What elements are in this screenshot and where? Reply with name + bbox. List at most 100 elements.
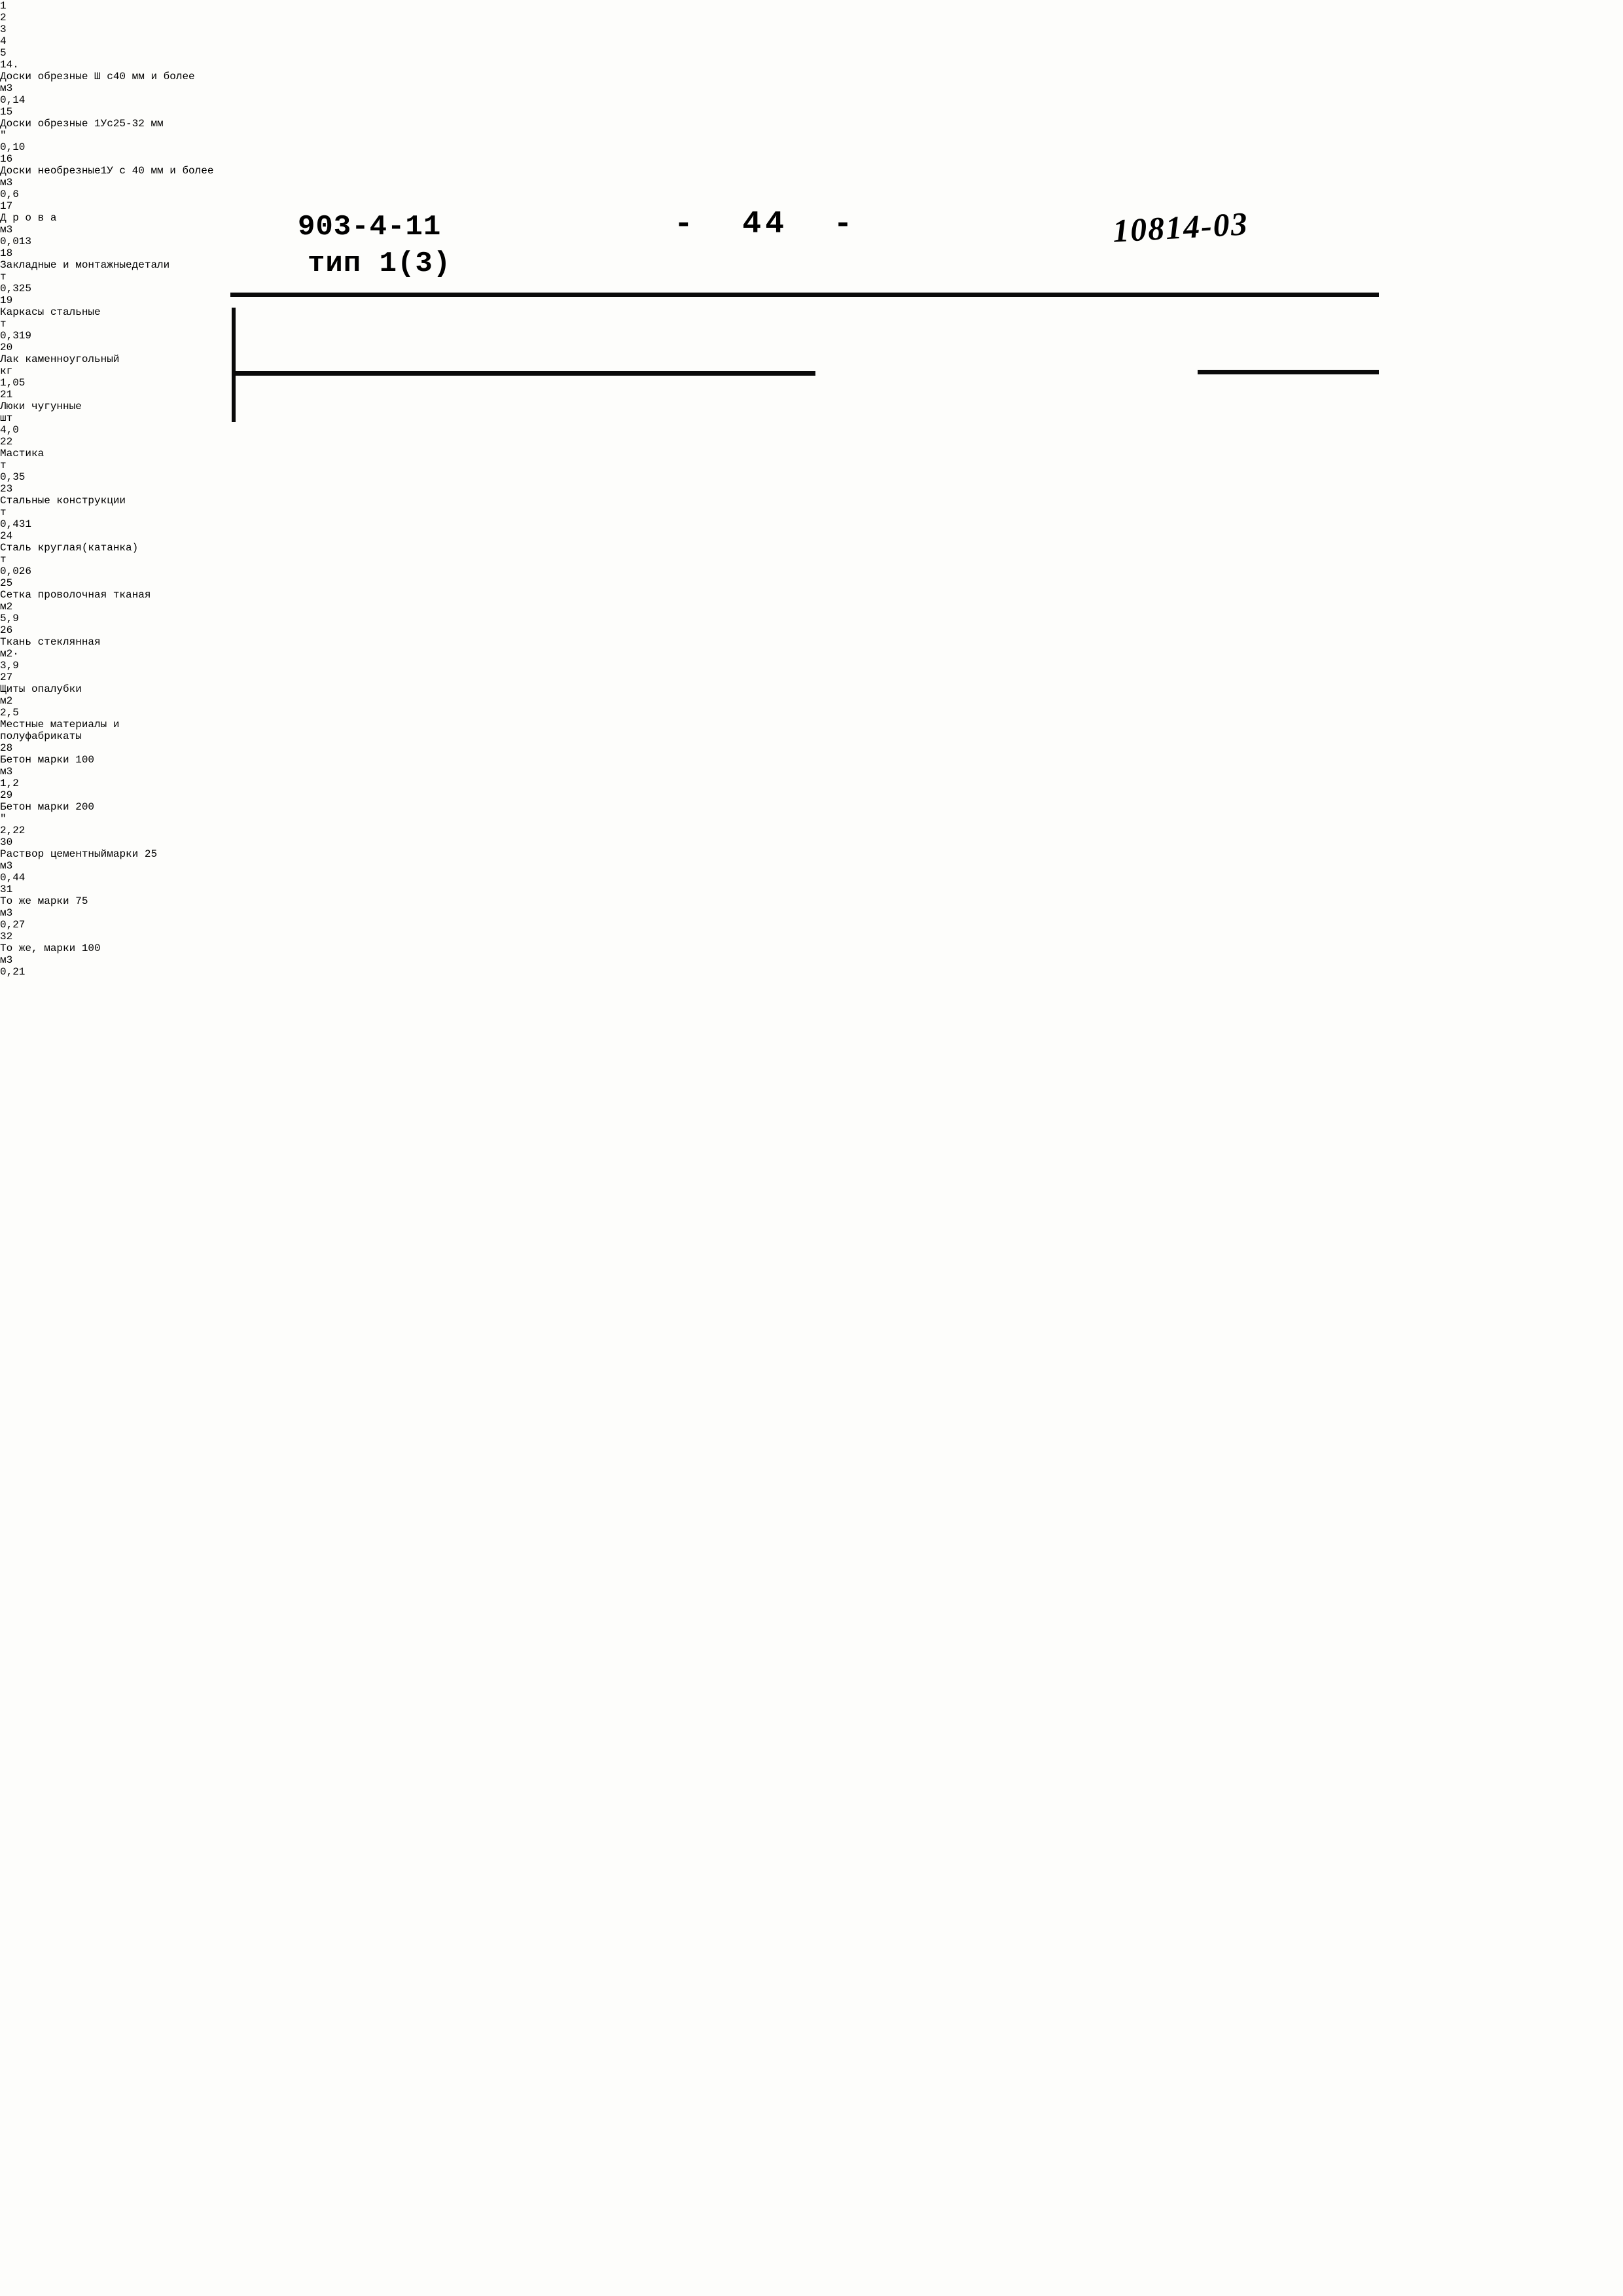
row-number: 31 [0, 884, 13, 895]
row-number: 16 [0, 153, 13, 165]
table-row: 20 Лак каменноугольный кг 1,05 [0, 342, 1623, 389]
row-material-line1: То же марки 75 [0, 895, 88, 907]
row-material: Мастика [0, 448, 1623, 459]
column-header-3: 3 [0, 24, 7, 35]
column-header-4: 4 [0, 35, 7, 47]
row-number: 22 [0, 436, 13, 448]
row-number: 25 [0, 577, 13, 589]
column-header-5: 5 [0, 47, 7, 59]
row-quantity: 0,21 [0, 966, 26, 978]
row-material: Люки чугунные [0, 401, 1623, 412]
row-material-line1: Каркасы стальные [0, 306, 101, 318]
row-material: Щиты опалубки [0, 683, 1623, 695]
row-material: Бетон марки 100 [0, 754, 1623, 766]
row-material: Сетка проволочная тканая [0, 589, 1623, 601]
table-row: 29 Бетон марки 200 " 2,22 [0, 789, 1623, 836]
row-unit: т [0, 507, 7, 518]
row-unit: м2· [0, 648, 19, 660]
page-number: - 44 - [674, 207, 857, 242]
row-number: 24 [0, 530, 13, 542]
row-material-line1: Люки чугунные [0, 401, 82, 412]
row-material-line1: Закладные и монтажные [0, 259, 132, 271]
row-material-line1: Сталь круглая(катанка) [0, 542, 139, 554]
row-unit: т [0, 271, 7, 283]
row-number: 26 [0, 624, 13, 636]
section-heading: Местные материалы и полуфабрикаты [0, 719, 1623, 742]
table-left-border-top [232, 308, 236, 422]
row-material-line1: Доски обрезные 1Ус [0, 118, 113, 130]
row-material-line1: Бетон марки 100 [0, 754, 95, 766]
row-material: Каркасы стальные [0, 306, 1623, 318]
row-material-line2: марки 25 [107, 848, 158, 860]
row-quantity: 0,6 [0, 188, 19, 200]
table-row: 31 То же марки 75 м3 0,27 [0, 884, 1623, 931]
table-row: 32 То же, марки 100 м3 0,21 [0, 931, 1623, 978]
row-number: 23 [0, 483, 13, 495]
row-unit: м3 [0, 766, 13, 778]
table-row: 23 Стальные конструкции т 0,431 [0, 483, 1623, 530]
row-material-line1: Мастика [0, 448, 45, 459]
table-row: 27 Щиты опалубки м2 2,5 [0, 672, 1623, 719]
row-quantity: 3,9 [0, 660, 19, 672]
row-material: Закладные и монтажныедетали [0, 259, 1623, 271]
row-material: Стальные конструкции [0, 495, 1623, 507]
row-number: 27 [0, 672, 13, 683]
row-quantity: 0,14 [0, 94, 26, 106]
section-heading-line1: Местные материалы и [0, 719, 120, 730]
archive-stamp: 10814-03 [1111, 205, 1250, 249]
row-quantity: 2,5 [0, 707, 19, 719]
column-header-1: 1 [0, 0, 7, 12]
row-quantity: 1,05 [0, 377, 26, 389]
row-quantity: 4,0 [0, 424, 19, 436]
table-row: 22 Мастика т 0,35 [0, 436, 1623, 483]
column-header-2: 2 [0, 12, 7, 24]
row-material: Сталь круглая(катанка) [0, 542, 1623, 554]
row-material-line1: Ткань стеклянная [0, 636, 101, 648]
row-quantity: 0,431 [0, 518, 32, 530]
row-material: То же марки 75 [0, 895, 1623, 907]
row-unit: м3 [0, 860, 13, 872]
row-material: Доски обрезные Ш с40 мм и более [0, 71, 1623, 82]
row-material-line1: Раствор цементный [0, 848, 107, 860]
row-number: 28 [0, 742, 13, 754]
row-unit: т [0, 318, 7, 330]
row-material-line2: детали [132, 259, 170, 271]
row-number: 30 [0, 836, 13, 848]
row-unit: м2 [0, 695, 13, 707]
row-material-line1: Щиты опалубки [0, 683, 82, 695]
document-page: 903-4-11 тип 1(3) - 44 - 10814-03 1 2 3 … [0, 0, 1623, 2296]
row-material-line2: 1У с 40 мм и более [100, 165, 214, 177]
row-unit: м2 [0, 601, 13, 613]
row-material: То же, марки 100 [0, 942, 1623, 954]
row-unit: т [0, 554, 7, 565]
row-number: 15 [0, 106, 13, 118]
row-material: Доски необрезные1У с 40 мм и более [0, 165, 1623, 177]
row-number: 18 [0, 247, 13, 259]
row-material: Доски обрезные 1Ус25-32 мм [0, 118, 1623, 130]
row-material: Бетон марки 200 [0, 801, 1623, 813]
row-material-line2: 40 мм и более [113, 71, 195, 82]
row-material: Лак каменноугольный [0, 353, 1623, 365]
table-row: 15 Доски обрезные 1Ус25-32 мм " 0,10 [0, 106, 1623, 153]
row-material: Ткань стеклянная [0, 636, 1623, 648]
row-material-line1: Д р о в а [0, 212, 57, 224]
row-number: 21 [0, 389, 13, 401]
document-type: тип 1(3) [308, 247, 452, 280]
row-material-line1: То же, марки 100 [0, 942, 101, 954]
row-number: 20 [0, 342, 13, 353]
table-row: 30 Раствор цементныймарки 25 м3 0,44 [0, 836, 1623, 884]
table-row: 24 Сталь круглая(катанка) т 0,026 [0, 530, 1623, 577]
row-unit: т [0, 459, 7, 471]
row-quantity: 0,10 [0, 141, 26, 153]
table-row: 16 Доски необрезные1У с 40 мм и более м3… [0, 153, 1623, 200]
row-material: Раствор цементныймарки 25 [0, 848, 1623, 860]
row-quantity: 0,27 [0, 919, 26, 931]
table-row: 25 Сетка проволочная тканая м2 5,9 [0, 577, 1623, 624]
document-code: 903-4-11 [298, 211, 442, 243]
table-row: 14. Доски обрезные Ш с40 мм и более м3 0… [0, 59, 1623, 106]
row-unit: м3 [0, 82, 13, 94]
row-quantity: 0,026 [0, 565, 32, 577]
header-underline-left [233, 371, 815, 376]
table-row: 19 Каркасы стальные т 0,319 [0, 295, 1623, 342]
row-number: 32 [0, 931, 13, 942]
